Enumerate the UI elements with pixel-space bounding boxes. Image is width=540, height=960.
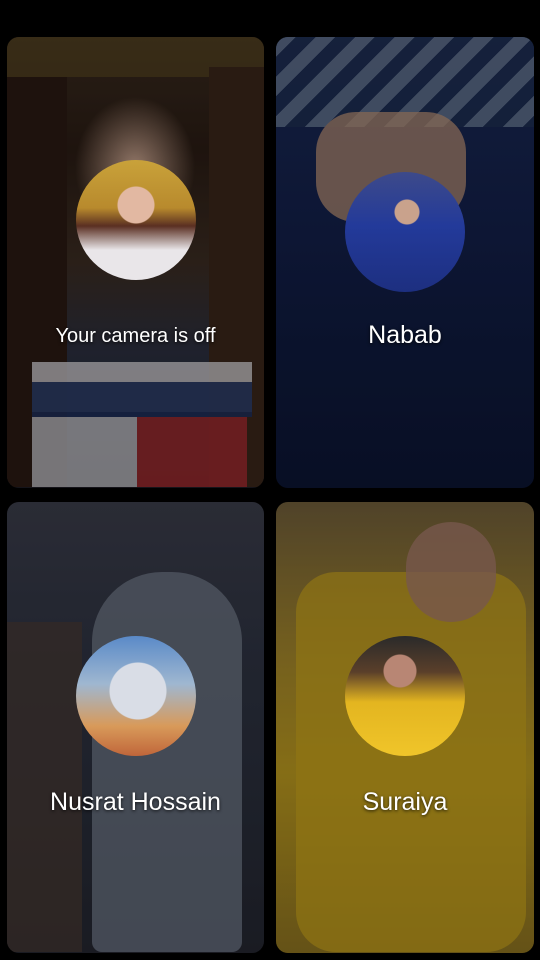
user-avatar-icon — [345, 636, 465, 756]
user-avatar-icon — [75, 636, 196, 756]
participant-name-label: Suraiya — [362, 788, 448, 816]
participant-avatar — [75, 636, 196, 756]
user-avatar-icon — [345, 172, 465, 292]
participant-tile-self[interactable]: Your camera is off — [7, 37, 264, 488]
participant-tile-nusrat-hossain[interactable]: Nusrat Hossain — [7, 502, 264, 953]
participant-tile-nabab[interactable]: Nabab — [276, 37, 534, 488]
participant-name-label: Your camera is off — [55, 325, 216, 347]
user-avatar-icon — [75, 160, 196, 280]
video-call-screen: Your camera is off Nabab Nusrat Hossain — [0, 0, 540, 960]
participant-avatar — [75, 160, 196, 280]
participant-avatar — [345, 636, 465, 756]
participant-name-label: Nusrat Hossain — [50, 788, 221, 816]
participant-name-label: Nabab — [368, 321, 442, 349]
participant-tile-suraiya[interactable]: Suraiya — [276, 502, 534, 953]
participant-avatar — [345, 172, 465, 292]
